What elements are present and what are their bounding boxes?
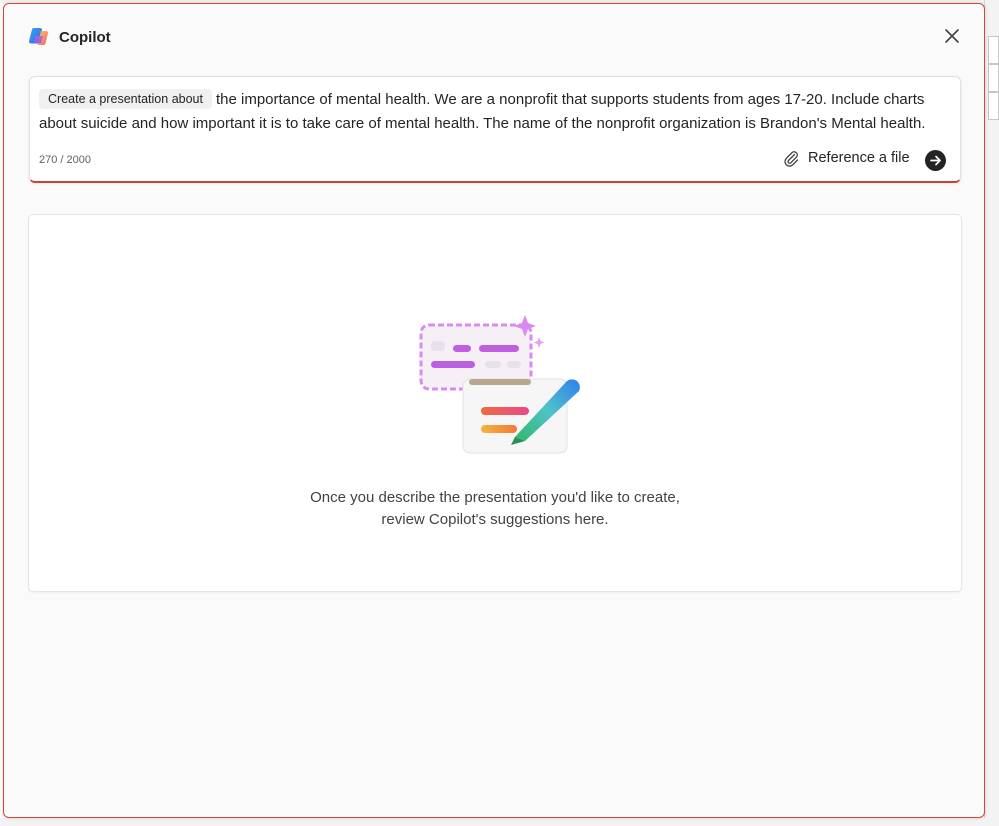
background-app-status-bar bbox=[0, 818, 999, 826]
character-counter: 270 / 2000 bbox=[39, 154, 91, 166]
background-ribbon-cell bbox=[988, 64, 999, 92]
dialog-header: Copilot bbox=[28, 26, 111, 48]
empty-state-line-2: review Copilot's suggestions here. bbox=[381, 511, 609, 528]
suggestions-panel: Once you describe the presentation you'd… bbox=[28, 214, 962, 592]
prompt-type-chip[interactable]: Create a presentation about bbox=[39, 89, 212, 109]
background-app-right-edge bbox=[984, 0, 999, 826]
send-button[interactable] bbox=[925, 150, 946, 171]
arrow-right-icon bbox=[930, 155, 941, 166]
reference-file-label: Reference a file bbox=[808, 150, 910, 166]
dialog-title: Copilot bbox=[59, 28, 111, 46]
reference-file-button[interactable]: Reference a file bbox=[782, 149, 910, 167]
prompt-text[interactable]: Create a presentation about the importanc… bbox=[39, 88, 944, 136]
copilot-dialog: Copilot Create a presentation about the i… bbox=[3, 3, 985, 818]
close-icon[interactable] bbox=[942, 26, 962, 46]
prompt-input-box[interactable]: Create a presentation about the importanc… bbox=[29, 76, 961, 183]
empty-state-line-1: Once you describe the presentation you'd… bbox=[310, 489, 680, 506]
copilot-logo-icon bbox=[28, 27, 49, 46]
paperclip-icon bbox=[784, 151, 799, 167]
background-ribbon-cell bbox=[988, 36, 999, 64]
background-ribbon-cell bbox=[988, 92, 999, 120]
presentation-pen-illustration-icon bbox=[419, 315, 580, 454]
